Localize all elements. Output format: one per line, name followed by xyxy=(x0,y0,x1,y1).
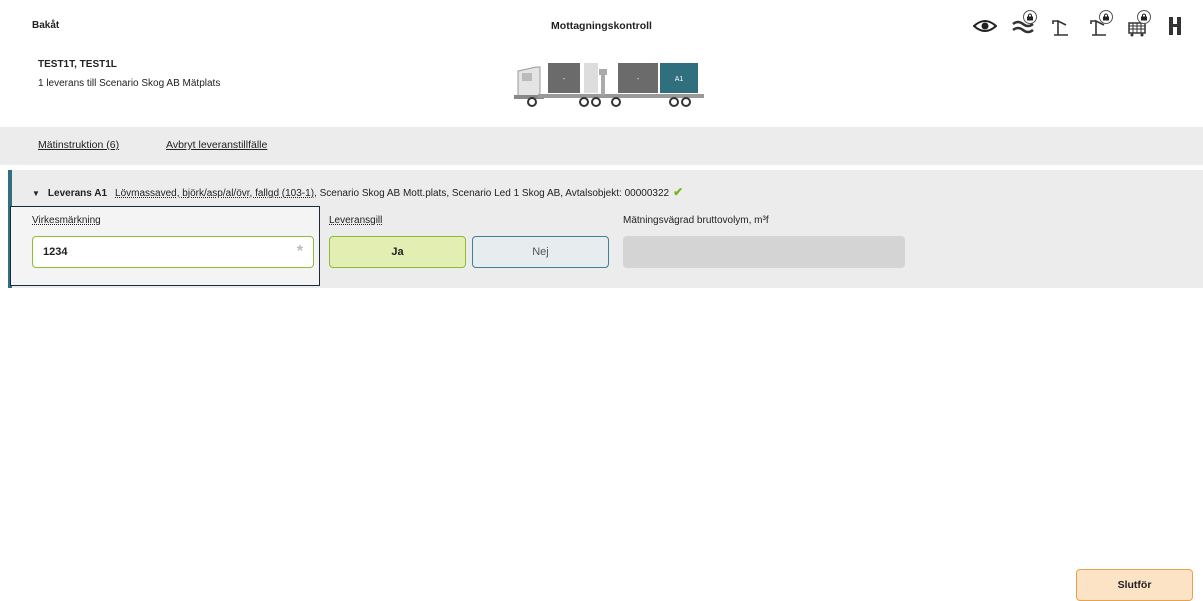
compartment-2[interactable] xyxy=(584,63,598,93)
wave-icon[interactable] xyxy=(1009,10,1037,40)
delivery-summary: 1 leverans till Scenario Skog AB Mätplat… xyxy=(38,78,221,89)
crane-locked-icon[interactable] xyxy=(1085,10,1113,40)
truck-diagram: - - A1 xyxy=(510,57,710,116)
lock-icon xyxy=(1099,10,1113,24)
vehicle-id: TEST1T, TEST1L xyxy=(38,59,117,70)
eye-icon[interactable] xyxy=(971,12,999,40)
toolbar-icons xyxy=(971,10,1189,40)
compartment-a1[interactable]: A1 xyxy=(660,63,698,93)
yes-button[interactable]: Ja xyxy=(329,236,466,268)
crane-icon[interactable] xyxy=(1047,12,1075,40)
marking-value: 1234 xyxy=(43,246,68,258)
required-icon: * xyxy=(296,243,303,260)
delivery-header[interactable]: ▼ Leverans A1 Lövmassaved, björk/asp/al/öv… xyxy=(32,185,683,199)
compartment-1[interactable]: - xyxy=(548,63,580,93)
marking-label: Virkesmärkning xyxy=(32,215,101,226)
collapse-icon[interactable]: ▼ xyxy=(32,189,40,198)
marking-input[interactable]: 1234 * xyxy=(32,236,314,268)
cancel-delivery-link[interactable]: Avbryt leveranstillfälle xyxy=(166,139,267,151)
lock-icon xyxy=(1137,10,1151,24)
compartment-a1-label: A1 xyxy=(675,76,684,83)
gate-icon[interactable] xyxy=(1161,12,1189,40)
volume-label: Mätningsvägrad bruttovolym, m³f xyxy=(623,215,769,226)
instruction-link[interactable]: Mätinstruktion (6) xyxy=(38,139,119,151)
check-icon: ✔ xyxy=(673,185,684,199)
product-name[interactable]: Lövmassaved, björk/asp/al/övr, fallgd (1… xyxy=(115,188,314,199)
finish-button[interactable]: Slutför xyxy=(1076,569,1193,601)
delivery-details: , Scenario Skog AB Mott.plats, Scenario … xyxy=(314,188,670,199)
compartment-3[interactable]: - xyxy=(618,63,658,93)
valid-label: Leveransgill xyxy=(329,215,383,226)
volume-field xyxy=(623,236,905,268)
basket-icon[interactable] xyxy=(1123,10,1151,40)
delivery-label: Leverans A1 xyxy=(47,188,108,199)
lock-icon xyxy=(1023,10,1037,24)
no-button[interactable]: Nej xyxy=(472,236,609,268)
